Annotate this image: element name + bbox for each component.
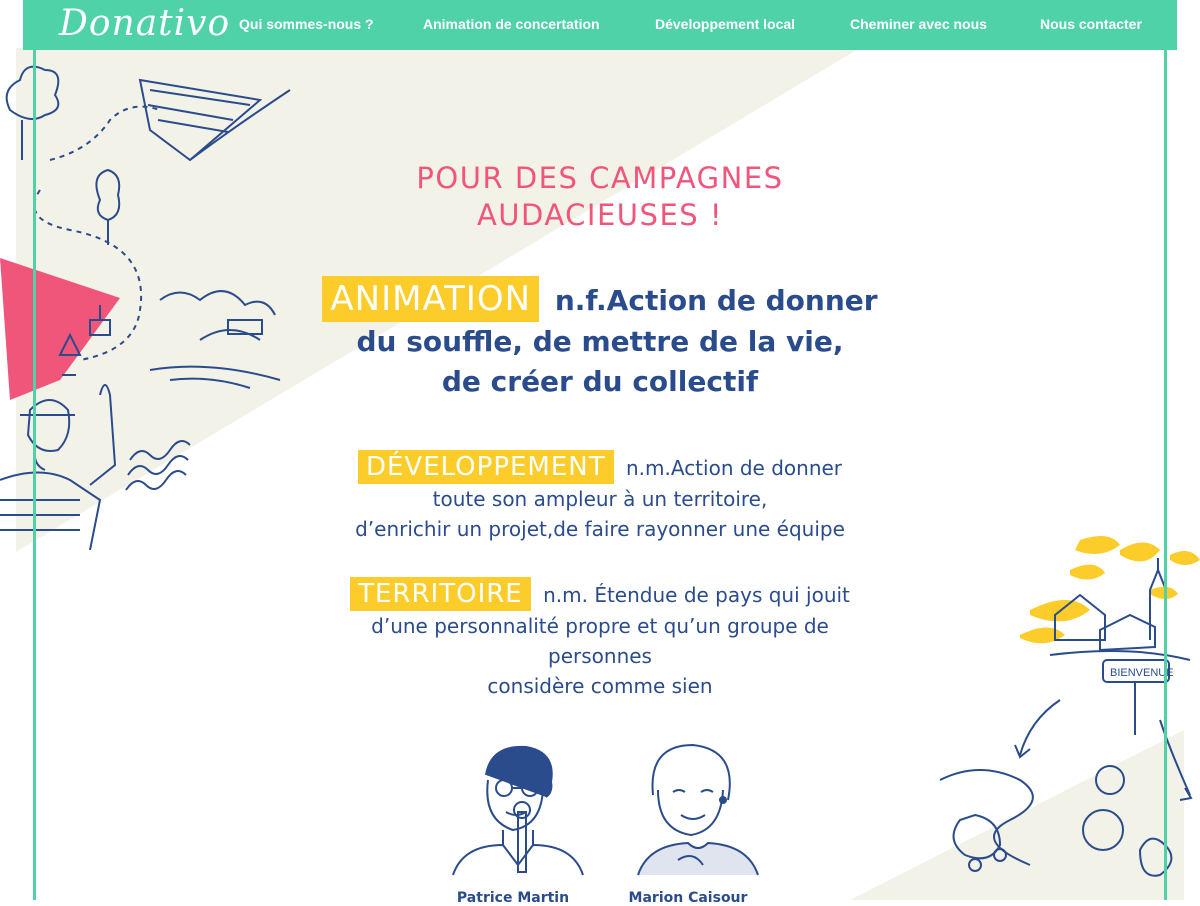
definition-territoire-line-1: n.m. Étendue de pays qui jouit xyxy=(543,583,850,607)
site-logo[interactable]: Donativo xyxy=(59,2,230,46)
definition-developpement-line-2: toute son ampleur à un territoire, xyxy=(432,487,768,511)
left-illustration xyxy=(0,65,291,550)
definition-developpement: DÉVELOPPEMENT n.m.Action de donner toute… xyxy=(280,450,920,544)
term-territoire: TERRITOIRE xyxy=(350,577,531,611)
team-member-marion[interactable]: Marion Caisour xyxy=(613,740,763,906)
nav-nous-contacter[interactable]: Nous contacter xyxy=(1040,16,1142,32)
term-animation: ANIMATION xyxy=(322,276,540,322)
nav-animation-concertation[interactable]: Animation de concertation xyxy=(423,16,600,32)
definition-animation: ANIMATION n.f.Action de donner du souffl… xyxy=(280,276,920,402)
right-illustration: BIENVENUE xyxy=(939,536,1200,877)
frame-right-line xyxy=(1164,48,1167,900)
portrait-marion-icon xyxy=(637,743,759,876)
definition-territoire-line-3: personnes xyxy=(548,644,652,668)
headline-line-1: POUR DES CAMPAGNES xyxy=(416,161,784,195)
definition-animation-line-3: de créer du collectif xyxy=(441,365,759,398)
definition-territoire: TERRITOIRE n.m. Étendue de pays qui joui… xyxy=(280,577,920,701)
definition-developpement-line-3: d’enrichir un projet,de faire rayonner u… xyxy=(355,517,845,541)
team-member-name-marion: Marion Caisour xyxy=(628,890,748,906)
nav-cheminer-avec-nous[interactable]: Cheminer avec nous xyxy=(850,16,987,32)
page-headline: POUR DES CAMPAGNES AUDACIEUSES ! xyxy=(300,160,900,234)
team-member-name-patrice: Patrice Martin xyxy=(456,890,570,906)
definition-animation-line-1: n.f.Action de donner xyxy=(554,284,878,317)
nav-developpement-local[interactable]: Développement local xyxy=(655,16,795,32)
nav-qui-sommes-nous[interactable]: Qui sommes-nous ? xyxy=(239,16,374,32)
definition-territoire-line-4: considère comme sien xyxy=(487,674,713,698)
frame-left-line xyxy=(33,48,36,900)
top-navbar: Donativo Qui sommes-nous ? Animation de … xyxy=(23,0,1177,50)
headline-line-2: AUDACIEUSES ! xyxy=(476,198,724,232)
portrait-patrice-icon xyxy=(452,745,584,876)
definition-territoire-line-2: d’une personnalité propre et qu’un group… xyxy=(371,614,829,638)
definition-developpement-line-1: n.m.Action de donner xyxy=(625,456,843,480)
team-member-patrice[interactable]: Patrice Martin xyxy=(438,740,588,906)
term-developpement: DÉVELOPPEMENT xyxy=(357,450,614,484)
definition-animation-line-2: du souffle, de mettre de la vie, xyxy=(356,325,844,358)
